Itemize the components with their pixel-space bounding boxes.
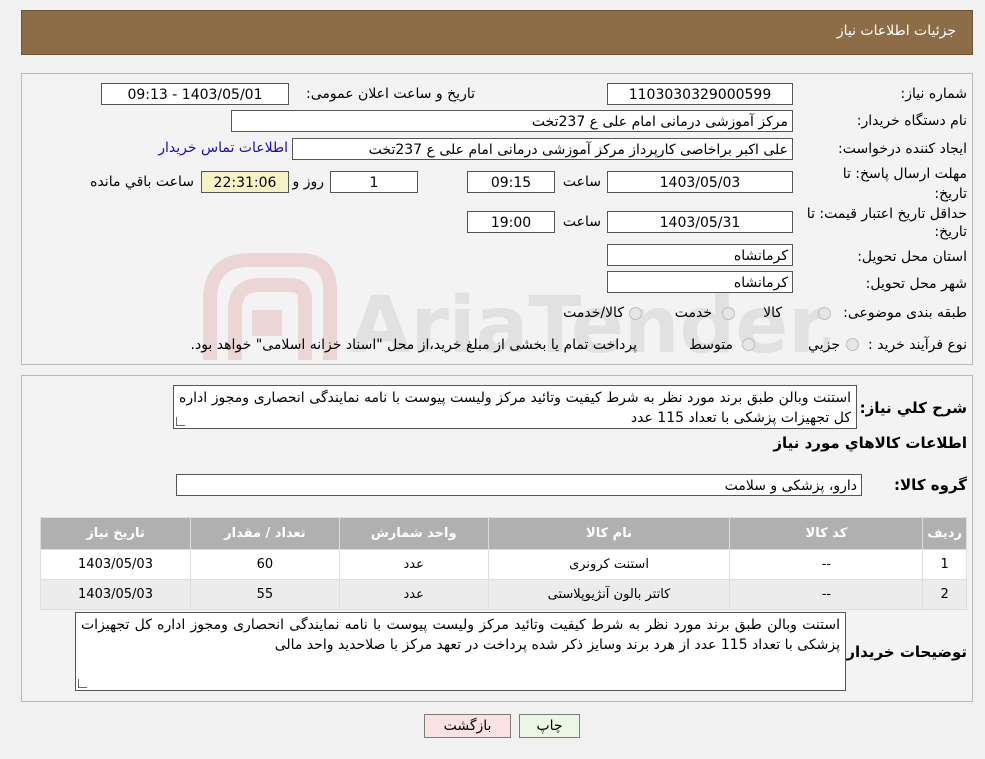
- table-row: 1 -- استنت کرونری عدد 60 1403/05/03: [39, 549, 967, 580]
- process-option-medium: متوسط: [689, 337, 733, 353]
- resize-handle[interactable]: [78, 679, 87, 688]
- page-header: جزئیات اطلاعات نیاز: [21, 10, 973, 55]
- cell-date: 1403/05/03: [39, 549, 192, 580]
- validity-time-field: 19:00: [467, 211, 555, 233]
- col-header-unit: واحد شمارش: [338, 517, 489, 550]
- validity-label: حداقل تاریخ اعتبار قیمت: تا تاریخ:: [806, 206, 967, 240]
- summary-textarea[interactable]: استنت وبالن طبق برند مورد نظر به شرط کیف…: [173, 385, 857, 429]
- buyer-notes-text: استنت وبالن طبق برند مورد نظر به شرط کیف…: [81, 617, 840, 653]
- page-title: جزئیات اطلاعات نیاز: [836, 23, 956, 39]
- city-field: کرمانشاه: [607, 271, 793, 293]
- print-button[interactable]: چاپ: [519, 714, 580, 738]
- validity-date-field: 1403/05/31: [607, 211, 793, 233]
- cell-code: --: [729, 549, 924, 580]
- category-radio-service[interactable]: [722, 307, 735, 320]
- buyer-org-field: مرکز آموزشی درمانی امام علی ع 237تخت: [231, 110, 793, 132]
- category-option-service: خدمت: [674, 305, 712, 321]
- items-table: رديف كد كالا نام كالا واحد شمارش تعداد /…: [39, 517, 967, 610]
- announce-label: تاریخ و ساعت اعلان عمومی:: [306, 86, 475, 102]
- category-option-goods: کالا: [763, 305, 782, 321]
- cell-row-number: 1: [922, 549, 967, 580]
- cell-unit: عدد: [338, 579, 489, 610]
- table-row: 2 -- کاتتر بالون آنژیوپلاستی عدد 55 1403…: [39, 579, 967, 610]
- need-number-field: 1103030329000599: [607, 83, 793, 105]
- remaining-time-field: 22:31:06: [201, 171, 289, 193]
- resize-handle[interactable]: [176, 417, 185, 426]
- buyer-notes-label: توضیحات خریدار:: [840, 643, 967, 661]
- category-label: طبقه بندی موضوعی:: [843, 305, 967, 321]
- cell-quantity: 60: [190, 549, 340, 580]
- remaining-label: ساعت باقي مانده: [90, 174, 194, 190]
- days-field: 1: [330, 171, 418, 193]
- cell-quantity: 55: [190, 579, 340, 610]
- col-header-date: تاريخ نياز: [39, 517, 192, 550]
- group-label: گروه كالا:: [894, 476, 967, 494]
- province-label: استان محل تحویل:: [857, 249, 967, 265]
- creator-field: علی اکبر براخاصی کارپرداز مرکز آموزشی در…: [292, 138, 793, 160]
- city-label: شهر محل تحویل:: [865, 276, 967, 292]
- cell-code: --: [729, 579, 924, 610]
- buyer-contact-link[interactable]: اطلاعات تماس خریدار: [158, 140, 288, 156]
- back-button[interactable]: بازگشت: [424, 714, 511, 738]
- items-section-title: اطلاعات كالاهاي مورد نياز: [773, 434, 967, 452]
- col-header-name: نام كالا: [487, 517, 731, 550]
- deadline-time-label: ساعت: [562, 174, 601, 190]
- need-number-label: شماره نیاز:: [900, 86, 968, 102]
- buyer-notes-textarea[interactable]: استنت وبالن طبق برند مورد نظر به شرط کیف…: [75, 612, 846, 691]
- col-header-code: كد كالا: [729, 517, 924, 550]
- process-radio-medium[interactable]: [742, 338, 755, 351]
- summary-text: استنت وبالن طبق برند مورد نظر به شرط کیف…: [179, 390, 851, 426]
- cell-unit: عدد: [338, 549, 489, 580]
- days-label: روز و: [292, 174, 325, 190]
- validity-time-label: ساعت: [562, 214, 601, 230]
- process-radio-minor[interactable]: [846, 338, 859, 351]
- group-field: دارو، پزشکی و سلامت: [176, 474, 862, 496]
- col-header-row-number: رديف: [922, 517, 967, 550]
- summary-label: شرح كلي نياز:: [859, 399, 967, 417]
- process-label: نوع فرآیند خرید :: [868, 337, 967, 353]
- col-header-quantity: تعداد / مقدار: [190, 517, 340, 550]
- announce-date-field: 1403/05/01 - 09:13: [101, 83, 289, 105]
- process-note: پرداخت تمام یا بخشی از مبلغ خرید،از محل …: [190, 337, 637, 353]
- cell-name: کاتتر بالون آنژیوپلاستی: [487, 579, 731, 610]
- deadline-date-field: 1403/05/03: [607, 171, 793, 193]
- creator-label: ایجاد کننده درخواست:: [838, 141, 967, 157]
- process-option-minor: جزیي: [808, 337, 840, 353]
- cell-row-number: 2: [922, 579, 967, 610]
- category-radio-both[interactable]: [629, 307, 642, 320]
- category-radio-goods[interactable]: [818, 307, 831, 320]
- deadline-time-field: 09:15: [467, 171, 555, 193]
- cell-name: استنت کرونری: [487, 549, 731, 580]
- cell-date: 1403/05/03: [39, 579, 192, 610]
- table-header-row: رديف كد كالا نام كالا واحد شمارش تعداد /…: [39, 517, 967, 550]
- category-option-both: کالا/خدمت: [563, 305, 624, 321]
- deadline-label: مهلت ارسال پاسخ: تا تاریخ:: [842, 166, 967, 202]
- province-field: کرمانشاه: [607, 244, 793, 266]
- buyer-org-label: نام دستگاه خریدار:: [856, 113, 967, 129]
